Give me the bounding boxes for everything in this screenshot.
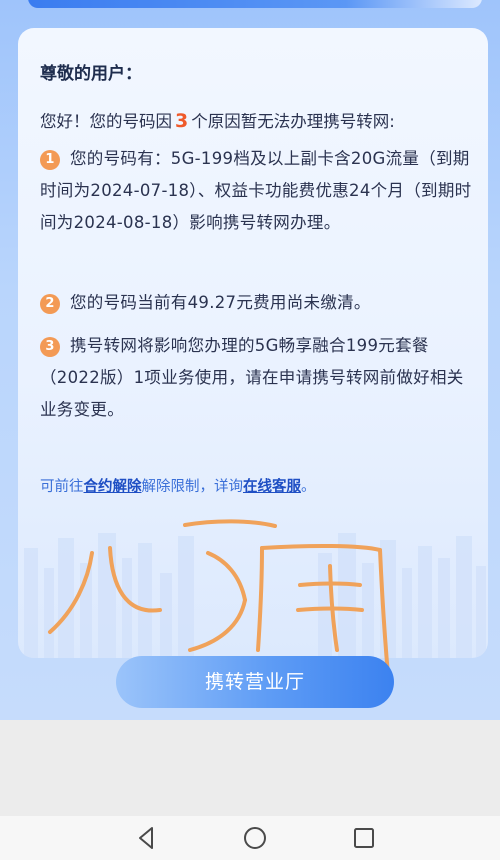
reason-text: 您的号码当前有49.27元费用尚未缴清。 bbox=[70, 293, 371, 312]
top-banner bbox=[28, 0, 482, 8]
intro-text-before: 您好！您的号码因 bbox=[40, 112, 172, 131]
mnp-service-hall-button[interactable]: 携转营业厅 bbox=[116, 656, 394, 708]
home-circle-icon[interactable] bbox=[241, 824, 269, 852]
notice-card: 尊敬的用户： 您好！您的号码因 3 个原因暂无法办理携号转网: 1 您的号码有：5G-… bbox=[18, 28, 488, 658]
help-line: 可前往合约解除解除限制，详询在线客服。 bbox=[40, 475, 316, 496]
help-suffix: 。 bbox=[301, 479, 316, 495]
reason-number-badge: 2 bbox=[40, 294, 60, 314]
help-middle: 解除限制，详询 bbox=[141, 479, 244, 495]
reason-item-3: 3 携号转网将影响您办理的5G畅享融合199元套餐（2022版）1项业务使用，请在… bbox=[40, 330, 480, 426]
reason-item-1: 1 您的号码有：5G-199档及以上副卡含20G流量（到期时间为2024-07-1… bbox=[40, 143, 480, 239]
reason-number-badge: 1 bbox=[40, 150, 60, 170]
city-skyline-pattern bbox=[24, 533, 486, 658]
contract-release-link[interactable]: 合约解除 bbox=[84, 479, 142, 495]
reason-count: 3 bbox=[175, 110, 189, 132]
reason-text: 携号转网将影响您办理的5G畅享融合199元套餐（2022版）1项业务使用，请在申… bbox=[40, 336, 464, 419]
intro-text-after: 个原因暂无法办理携号转网: bbox=[191, 112, 395, 131]
reason-item-2: 2 您的号码当前有49.27元费用尚未缴清。 bbox=[40, 287, 480, 319]
back-triangle-icon[interactable] bbox=[132, 824, 160, 852]
greeting-title: 尊敬的用户： bbox=[40, 64, 142, 84]
recents-square-icon[interactable] bbox=[350, 824, 378, 852]
reason-text: 您的号码有：5G-199档及以上副卡含20G流量（到期时间为2024-07-18… bbox=[40, 149, 472, 232]
system-navigation-bar bbox=[0, 816, 500, 860]
intro-line: 您好！您的号码因 3 个原因暂无法办理携号转网: bbox=[40, 108, 395, 132]
help-prefix: 可前往 bbox=[40, 479, 84, 495]
online-service-link[interactable]: 在线客服 bbox=[243, 479, 301, 495]
reason-number-badge: 3 bbox=[40, 337, 60, 357]
